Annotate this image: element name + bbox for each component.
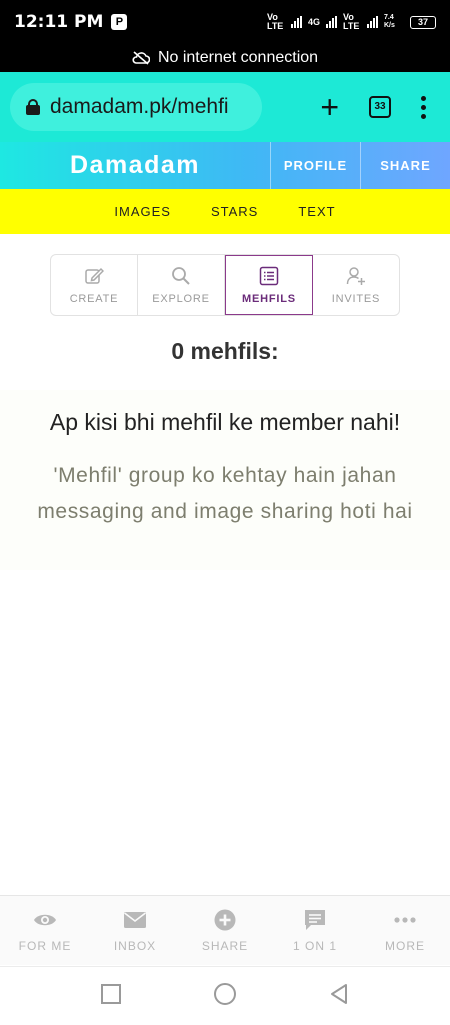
bottom-nav-share[interactable]: SHARE: [180, 896, 270, 965]
back-triangle-icon: [331, 983, 347, 1004]
more-dots-icon: [394, 916, 416, 923]
tab-create-label: CREATE: [69, 292, 119, 305]
empty-state-heading: Ap kisi bhi mehfil ke member nahi!: [49, 409, 401, 435]
circle-icon: [214, 982, 236, 1005]
status-indicators: Vo LTE 4G Vo LTE 7.4 K/s 37: [267, 13, 436, 31]
site-header: Damadam PROFILE SHARE: [0, 142, 450, 189]
bottom-nav-inbox[interactable]: INBOX: [90, 896, 180, 965]
network-speed: 7.4 K/s: [384, 14, 395, 29]
tab-explore[interactable]: EXPLORE: [138, 255, 225, 315]
add-user-icon: [346, 266, 365, 285]
tab-invites-label: INVITES: [331, 292, 381, 305]
nav-text-link[interactable]: TEXT: [298, 204, 335, 219]
share-button[interactable]: SHARE: [360, 142, 450, 189]
brand-logo[interactable]: Damadam: [0, 151, 270, 180]
home-button[interactable]: [213, 982, 237, 1011]
url-text: damadam.pk/mehfi: [50, 95, 229, 118]
offline-banner: No internet connection: [0, 44, 450, 72]
mail-icon: [124, 911, 146, 928]
top-nav: IMAGES STARS TEXT: [0, 189, 450, 234]
browser-toolbar: damadam.pk/mehfi + 33: [0, 72, 450, 142]
bottom-nav-more[interactable]: MORE: [360, 896, 450, 965]
mehfil-count-title: 0 mehfils:: [171, 338, 279, 364]
signal-icon-1: [290, 16, 302, 28]
bottom-nav: FOR ME INBOX SHARE 1 ON 1 MORE: [0, 895, 450, 965]
chat-icon: [305, 909, 325, 930]
bottom-nav-1on1[interactable]: 1 ON 1: [270, 896, 360, 965]
eye-icon: [34, 914, 56, 925]
tab-invites[interactable]: INVITES: [313, 255, 399, 315]
tab-mehfils[interactable]: MEHFILS: [225, 255, 313, 315]
nav-stars-link[interactable]: STARS: [211, 204, 258, 219]
new-tab-icon[interactable]: +: [320, 91, 339, 123]
nav-images-link[interactable]: IMAGES: [114, 204, 171, 219]
address-bar[interactable]: damadam.pk/mehfi: [10, 83, 262, 131]
list-icon: [259, 266, 279, 285]
tab-switcher-button[interactable]: 33: [369, 96, 391, 118]
bottom-nav-for-me-label: FOR ME: [18, 938, 72, 953]
volte-label-2: Vo LTE: [343, 12, 360, 31]
status-time: 12:11 PM: [14, 12, 104, 32]
plus-circle-icon: [214, 909, 236, 930]
cloud-off-icon: [132, 51, 150, 65]
signal-icon-3: [367, 16, 378, 28]
battery-icon: 37: [410, 15, 436, 29]
bottom-nav-inbox-label: INBOX: [113, 938, 157, 953]
tab-explore-label: EXPLORE: [152, 292, 210, 305]
bottom-nav-1on1-label: 1 ON 1: [292, 938, 337, 953]
browser-actions: + 33: [320, 91, 440, 123]
signal-icon-2: [326, 16, 337, 28]
lock-icon: [26, 99, 40, 115]
status-bar: 12:11 PM P Vo LTE 4G Vo LTE 7.4 K/s 37: [0, 0, 450, 44]
overflow-menu-icon[interactable]: [421, 95, 426, 119]
edit-icon: [85, 267, 104, 284]
tab-create[interactable]: CREATE: [51, 255, 138, 315]
offline-text: No internet connection: [157, 49, 319, 66]
volte-label-1: Vo LTE: [266, 12, 284, 31]
network-type-label: 4G: [307, 17, 320, 27]
search-icon: [172, 266, 190, 285]
mehfil-tabs: CREATE EXPLORE MEHFILS INVITES: [50, 254, 400, 316]
system-nav-bar: [0, 966, 450, 1025]
bottom-nav-for-me[interactable]: FOR ME: [0, 896, 90, 965]
tab-mehfils-label: MEHFILS: [242, 292, 296, 305]
square-icon: [101, 983, 121, 1004]
recents-button[interactable]: [99, 982, 123, 1011]
back-button[interactable]: [327, 982, 351, 1011]
bottom-nav-share-label: SHARE: [201, 938, 249, 953]
empty-state-description: 'Mehfil' group ko kehtay hain jahan mess…: [37, 464, 413, 523]
app-notification-icon: P: [111, 14, 128, 30]
bottom-nav-more-label: MORE: [385, 938, 425, 953]
profile-button[interactable]: PROFILE: [270, 142, 360, 189]
